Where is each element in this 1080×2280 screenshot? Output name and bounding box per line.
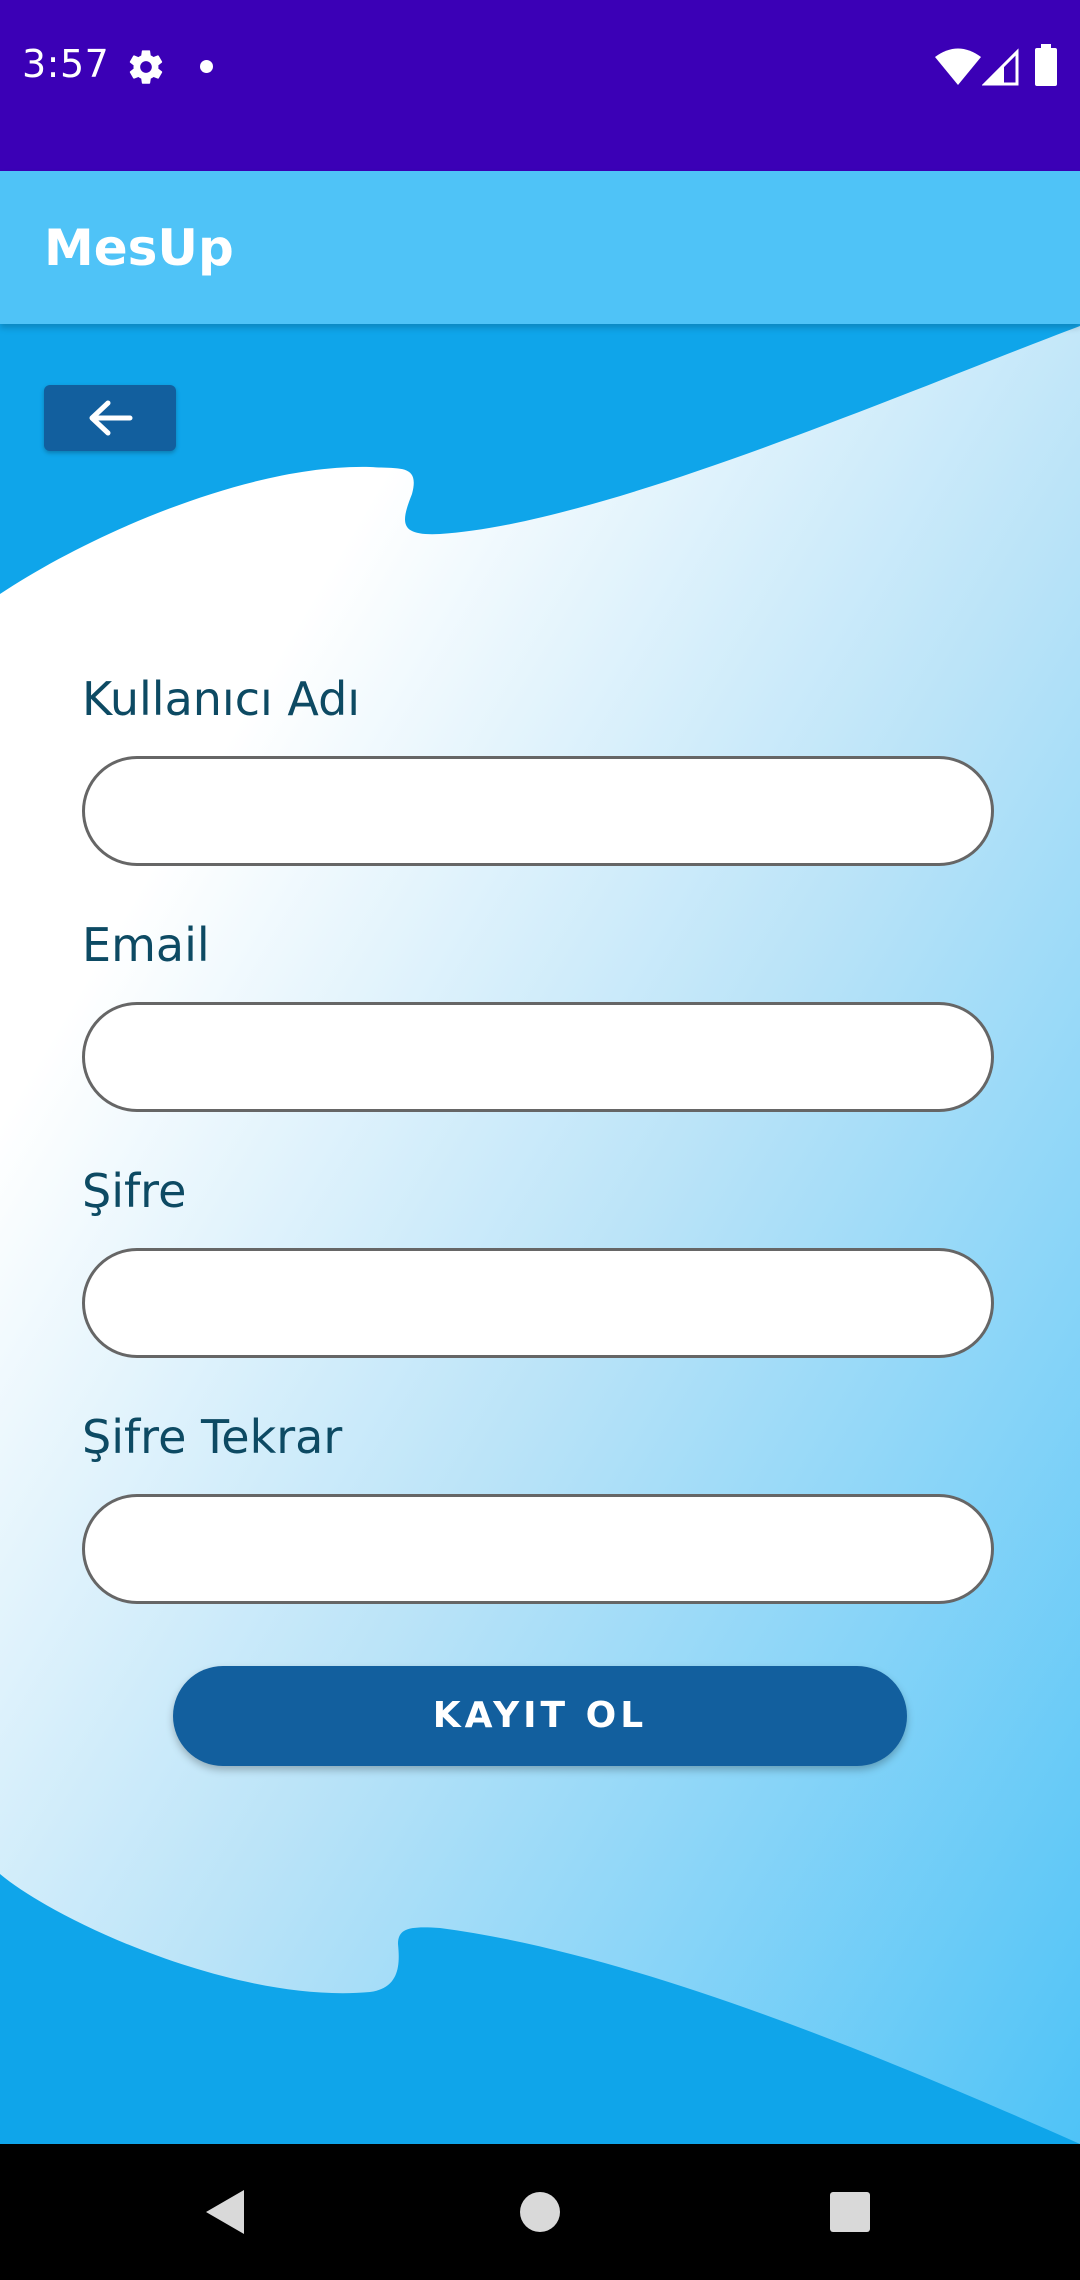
nav-home-icon[interactable]: [520, 2192, 560, 2232]
register-button[interactable]: KAYIT OL: [173, 1666, 907, 1766]
notification-dot-icon: [200, 60, 213, 73]
gear-icon: [129, 50, 163, 84]
nav-back-icon[interactable]: [204, 2188, 248, 2236]
username-input[interactable]: [82, 756, 994, 866]
screen: 3:57 MesUp Kullanıcı Adı Email Şifre Şif…: [0, 0, 1080, 2280]
password-repeat-input[interactable]: [82, 1494, 994, 1604]
app-bar: MesUp: [0, 171, 1080, 324]
app-title: MesUp: [44, 219, 234, 277]
wave-background: [0, 324, 1080, 2144]
cell-signal-icon: [982, 48, 1019, 86]
back-button[interactable]: [44, 385, 176, 451]
wifi-icon: [935, 48, 981, 85]
email-input[interactable]: [82, 1002, 994, 1112]
nav-recents-icon[interactable]: [830, 2192, 870, 2232]
navigation-bar: [0, 2144, 1080, 2280]
status-time: 3:57: [22, 42, 110, 86]
password-input[interactable]: [82, 1248, 994, 1358]
status-bar: 3:57: [0, 0, 1080, 171]
password-label: Şifre: [82, 1164, 187, 1218]
arrow-left-icon: [89, 400, 133, 436]
username-label: Kullanıcı Adı: [82, 672, 361, 726]
register-form-area: Kullanıcı Adı Email Şifre Şifre Tekrar K…: [0, 324, 1080, 2144]
password-repeat-label: Şifre Tekrar: [82, 1410, 343, 1464]
email-label: Email: [82, 918, 210, 972]
battery-icon: [1035, 44, 1057, 86]
